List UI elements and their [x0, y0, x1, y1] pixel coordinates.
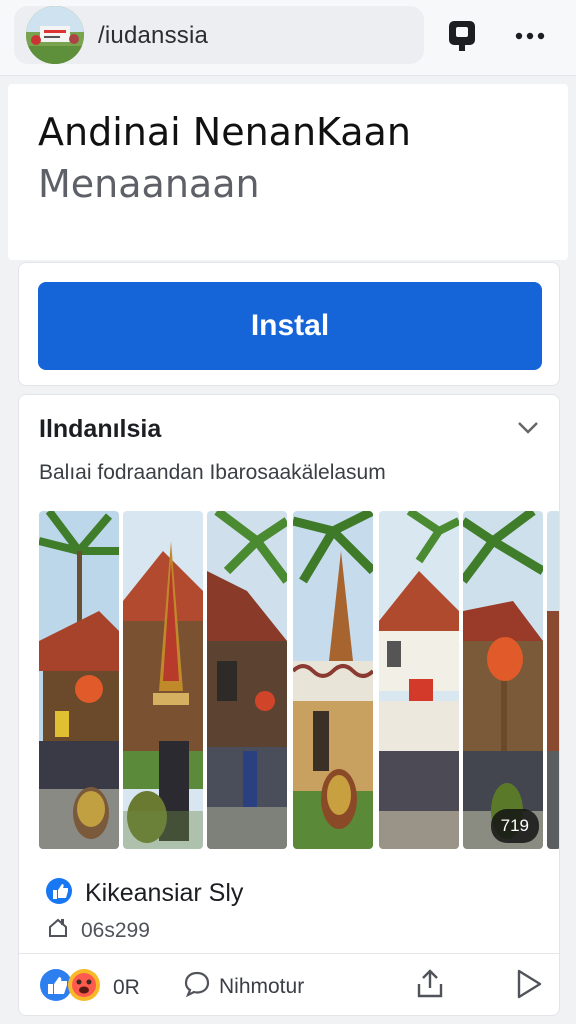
- comment-icon: [183, 970, 211, 1003]
- comment-label: Nihmotur: [219, 974, 305, 998]
- photo-count-badge[interactable]: 719: [490, 809, 539, 843]
- photo-thumbnail[interactable]: [547, 511, 559, 849]
- house-icon: [47, 917, 69, 944]
- photo-strip[interactable]: 719: [39, 511, 559, 851]
- post-author-name[interactable]: Ilndanılsia: [39, 415, 161, 444]
- post-card: Ilndanılsia Balıai fodraandan Ibarosaakä…: [18, 394, 560, 1016]
- comment-button[interactable]: Nihmotur: [183, 970, 304, 1003]
- top-bar: /iudanssia: [0, 0, 576, 76]
- photo-thumbnail[interactable]: [379, 511, 459, 849]
- photo-thumbnail[interactable]: [293, 511, 373, 849]
- facebook-like-icon: [45, 877, 73, 910]
- app-title: Andinai NenanKaan: [38, 110, 411, 154]
- phone-icon[interactable]: [442, 16, 482, 56]
- share-icon[interactable]: [415, 968, 445, 1005]
- photo-thumbnail[interactable]: [207, 511, 287, 849]
- url-text: /iudanssia: [98, 22, 209, 49]
- action-bar: 0R Nihmotur: [19, 953, 559, 1015]
- reaction-count[interactable]: 0R: [113, 976, 140, 1000]
- profile-avatar[interactable]: [26, 6, 84, 64]
- install-button[interactable]: Instal: [38, 282, 542, 370]
- install-card: Instal: [18, 262, 560, 386]
- page-row[interactable]: Kikeansiar Sly: [45, 877, 243, 910]
- photo-thumbnail[interactable]: [123, 511, 203, 849]
- address-bar[interactable]: /iudanssia: [14, 6, 424, 64]
- photo-thumbnail[interactable]: [39, 511, 119, 849]
- chevron-down-icon[interactable]: [513, 413, 543, 443]
- page-name[interactable]: Kikeansiar Sly: [85, 879, 243, 908]
- meta-row: 06s299: [47, 917, 150, 944]
- send-icon[interactable]: [515, 968, 543, 1005]
- photo-thumbnail[interactable]: [463, 511, 543, 849]
- more-dots-icon[interactable]: [510, 16, 550, 56]
- post-caption: Balıai fodraandan Ibarosaakälelasum: [39, 461, 386, 484]
- haha-reaction-icon: [67, 968, 101, 1007]
- meta-text: 06s299: [81, 918, 150, 942]
- app-subtitle: Menaanaan: [38, 162, 260, 206]
- app-header-card: Andinai NenanKaan Menaanaan: [8, 84, 568, 260]
- reactions[interactable]: 0R: [39, 968, 140, 1007]
